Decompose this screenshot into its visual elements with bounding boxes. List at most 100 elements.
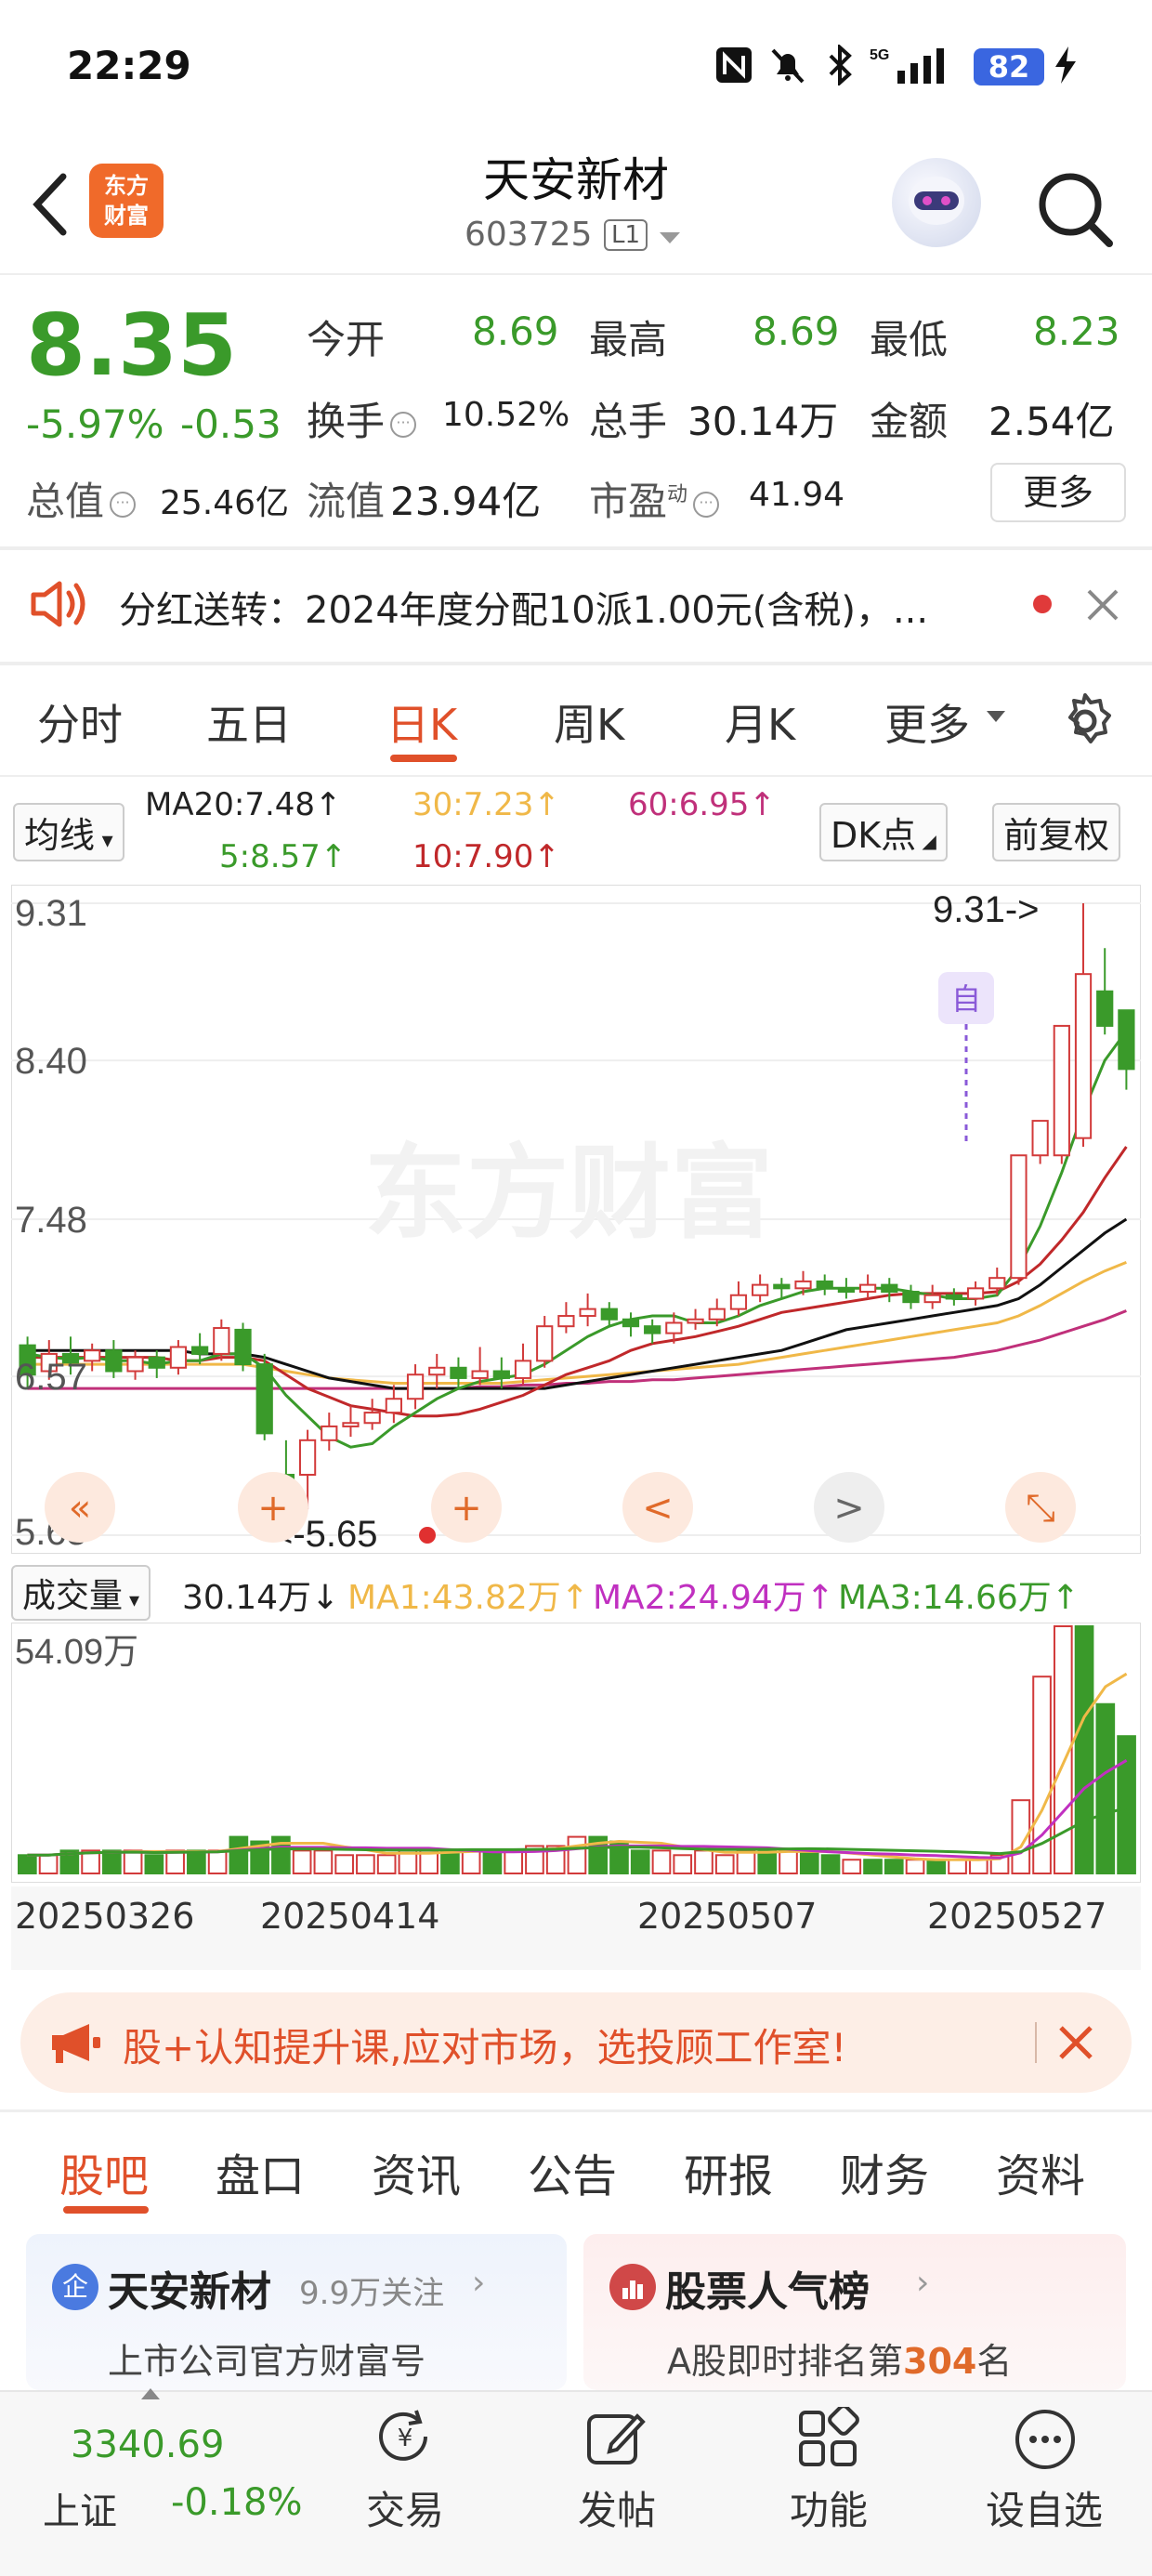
more-dots-icon[interactable] bbox=[1013, 2407, 1078, 2472]
volume-chart[interactable]: 54.09万 bbox=[11, 1623, 1141, 1883]
info-icon[interactable]: ··· bbox=[693, 491, 720, 518]
back-button[interactable] bbox=[22, 167, 78, 242]
tab-weekly-k[interactable]: 周K bbox=[554, 691, 624, 753]
bell-muted-icon bbox=[771, 48, 805, 84]
logo-text: 财富 bbox=[104, 203, 149, 229]
volume-indicator-selector[interactable]: 成交量 ▾ bbox=[11, 1565, 151, 1621]
volume-bar bbox=[736, 1849, 756, 1875]
expand-caret-icon[interactable] bbox=[141, 2388, 160, 2399]
volume-ma1: MA1:43.82万↑ bbox=[347, 1579, 589, 1617]
float-label: 流值 bbox=[307, 479, 386, 524]
robot-icon bbox=[909, 177, 964, 225]
info-icon[interactable]: ··· bbox=[390, 411, 417, 438]
active-tab-indicator bbox=[63, 2206, 149, 2214]
assistant-avatar[interactable] bbox=[892, 158, 981, 247]
dk-button[interactable]: DK点 ◢ bbox=[819, 803, 948, 861]
volume-bar bbox=[1095, 1702, 1116, 1874]
y-tick-label: 8.40 bbox=[15, 1041, 87, 1082]
candle-body bbox=[1031, 1120, 1049, 1157]
index-name[interactable]: 上证 bbox=[43, 2481, 117, 2535]
tab-five-day[interactable]: 五日 bbox=[206, 691, 292, 753]
ma-selector[interactable]: 均线 ▾ bbox=[13, 803, 124, 861]
tab-monthly-k[interactable]: 月K bbox=[725, 691, 795, 753]
tab-research[interactable]: 研报 bbox=[684, 2139, 773, 2204]
low-label: 最低 bbox=[870, 317, 949, 362]
candle-body bbox=[902, 1291, 920, 1304]
nav-post[interactable]: 发帖 bbox=[533, 2479, 700, 2536]
tab-pankou[interactable]: 盘口 bbox=[216, 2139, 305, 2204]
chart-badge-icon bbox=[609, 2264, 656, 2310]
candle-body bbox=[1074, 973, 1093, 1139]
kline-chart[interactable]: 东方财富 9.318.407.486.575.65 9.31-> <-5.65 … bbox=[11, 885, 1141, 1554]
grid-apps-icon[interactable] bbox=[795, 2407, 862, 2468]
candle-body bbox=[945, 1294, 962, 1300]
tab-intraday[interactable]: 分时 bbox=[37, 691, 123, 753]
candle-body bbox=[428, 1366, 446, 1376]
tab-finance[interactable]: 财务 bbox=[840, 2139, 929, 2204]
candle-body bbox=[126, 1356, 144, 1373]
bluetooth-icon bbox=[829, 45, 852, 85]
volume-bar bbox=[757, 1849, 778, 1875]
tab-profile[interactable]: 资料 bbox=[996, 2139, 1085, 2204]
more-button[interactable]: 更多 bbox=[990, 463, 1126, 522]
dividend-notice[interactable]: 分红送转：2024年度分配10派1.00元(含税)，... bbox=[119, 580, 1011, 634]
volume-bar bbox=[948, 1859, 967, 1875]
dk-label: DK点 bbox=[831, 815, 917, 856]
volume-value: 30.14万 bbox=[687, 399, 839, 444]
candle-body bbox=[255, 1363, 273, 1435]
close-icon[interactable] bbox=[1055, 2022, 1096, 2063]
volume-bar bbox=[165, 1849, 185, 1875]
pe-value: 41.94 bbox=[749, 476, 845, 514]
volume-bar bbox=[926, 1859, 947, 1875]
index-value[interactable]: 3340.69 bbox=[71, 2424, 224, 2466]
gear-icon[interactable] bbox=[1055, 691, 1115, 751]
change-amount: -0.53 bbox=[180, 401, 281, 447]
tab-guba[interactable]: 股吧 bbox=[59, 2139, 149, 2204]
volume-bar bbox=[207, 1849, 228, 1875]
info-icon[interactable]: ··· bbox=[110, 491, 137, 518]
turnover-value: 10.52% bbox=[442, 396, 570, 434]
dropdown-caret-icon[interactable] bbox=[658, 229, 682, 247]
volume-bar bbox=[714, 1854, 735, 1874]
adjust-button[interactable]: 前复权 bbox=[992, 803, 1121, 861]
candle-body bbox=[708, 1308, 726, 1321]
candle-body bbox=[169, 1346, 188, 1369]
search-icon[interactable] bbox=[1031, 165, 1117, 251]
y-tick-label: 6.57 bbox=[15, 1357, 87, 1398]
tab-daily-k[interactable]: 日K bbox=[386, 691, 457, 753]
volume-ma3: MA3:14.66万↑ bbox=[838, 1579, 1080, 1617]
pe-label-text: 市盈 bbox=[589, 479, 668, 524]
tab-news[interactable]: 资讯 bbox=[372, 2139, 461, 2204]
ad-text: 股+认知提升课,应对市场，选投顾工作室! bbox=[123, 2025, 847, 2070]
event-dot[interactable] bbox=[419, 1527, 436, 1544]
chevron-right-icon: › bbox=[916, 2264, 930, 2302]
nav-functions[interactable]: 功能 bbox=[745, 2479, 912, 2536]
candle-body bbox=[148, 1356, 165, 1369]
nav-trade[interactable]: 交易 bbox=[321, 2479, 489, 2536]
candle-body bbox=[514, 1360, 532, 1379]
candle-body bbox=[773, 1283, 791, 1290]
close-icon[interactable] bbox=[1083, 585, 1122, 624]
tab-more[interactable]: 更多 bbox=[884, 691, 970, 753]
trade-icon[interactable]: ¥ bbox=[368, 2407, 442, 2466]
nav-add-watchlist[interactable]: 设自选 bbox=[961, 2479, 1128, 2536]
candle-body bbox=[622, 1318, 640, 1328]
high-value: 8.69 bbox=[753, 309, 840, 354]
nfc-icon bbox=[716, 47, 752, 83]
volume-bar bbox=[461, 1849, 481, 1875]
expand-icon: ⤡ bbox=[1026, 1487, 1055, 1530]
open-value: 8.69 bbox=[472, 309, 559, 354]
clock: 22:29 bbox=[67, 43, 191, 88]
high-marker: 9.31-> bbox=[933, 889, 1040, 930]
candle-body bbox=[579, 1308, 596, 1318]
candle-body bbox=[557, 1315, 575, 1328]
mktcap-label-text: 总值 bbox=[26, 479, 105, 524]
candle-body bbox=[363, 1412, 381, 1425]
index-change[interactable]: -0.18% bbox=[171, 2481, 303, 2524]
volume-bar bbox=[482, 1849, 503, 1875]
candle bbox=[255, 1353, 273, 1440]
compose-icon[interactable] bbox=[583, 2407, 650, 2468]
tab-announcements[interactable]: 公告 bbox=[528, 2139, 617, 2204]
chevron-right-icon: > bbox=[833, 1487, 865, 1530]
volume-bar bbox=[651, 1849, 672, 1875]
